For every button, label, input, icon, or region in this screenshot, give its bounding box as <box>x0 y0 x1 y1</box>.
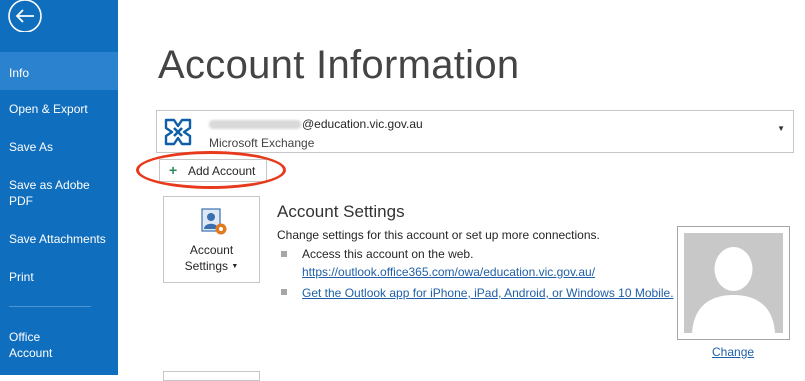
sidebar-item-save-as-adobe-pdf[interactable]: Save as Adobe PDF <box>0 177 118 209</box>
sidebar-item-label: Open & Export <box>9 102 88 116</box>
chevron-down-icon: ▼ <box>777 124 785 133</box>
sidebar-item-save-attachments[interactable]: Save Attachments <box>0 231 118 247</box>
back-arrow-icon[interactable] <box>7 0 43 33</box>
account-email: @education.vic.gov.au <box>209 117 423 131</box>
sidebar-item-label: Office <box>9 330 41 344</box>
sidebar-item-office-account[interactable]: Office Account <box>0 329 118 361</box>
avatar <box>684 233 783 333</box>
redacted-username <box>209 120 301 130</box>
annotation-highlight-ellipse <box>136 151 286 189</box>
next-section-button[interactable] <box>163 371 260 381</box>
exchange-icon <box>163 117 193 147</box>
account-settings-button-label: Account Settings ▼ <box>184 243 239 273</box>
account-type: Microsoft Exchange <box>209 136 315 150</box>
sidebar-item-label: Print <box>9 270 34 284</box>
sidebar-item-label: Save Attachments <box>9 232 106 246</box>
owa-link[interactable]: https://outlook.office365.com/owa/educat… <box>302 265 595 279</box>
account-settings-description: Change settings for this account or set … <box>277 228 600 242</box>
sidebar-item-label: Save As <box>9 140 54 154</box>
change-photo-link[interactable]: Change <box>712 345 754 359</box>
sidebar-item-label-line2: Account <box>9 346 53 360</box>
sidebar-divider <box>9 306 91 307</box>
backstage-sidebar: Info Open & Export Save As Save as Adobe… <box>0 0 118 375</box>
sidebar-item-print[interactable]: Print <box>0 269 118 285</box>
bullet-icon <box>281 251 287 257</box>
page-title: Account Information <box>158 43 520 87</box>
account-selector-dropdown[interactable]: @education.vic.gov.au Microsoft Exchange… <box>156 110 794 153</box>
sidebar-item-label-line2: PDF <box>9 194 33 208</box>
bullet-icon <box>281 289 287 295</box>
account-settings-title: Account Settings <box>277 202 405 221</box>
outlook-app-link[interactable]: Get the Outlook app for iPhone, iPad, An… <box>302 286 674 300</box>
sidebar-item-label: Info <box>9 66 30 80</box>
account-settings-icon <box>198 207 228 237</box>
web-access-text: Access this account on the web. <box>302 247 474 261</box>
sidebar-item-label: Save as Adobe <box>9 178 90 192</box>
sidebar-item-save-as[interactable]: Save As <box>0 139 118 155</box>
chevron-down-icon: ▼ <box>231 262 239 270</box>
account-settings-button[interactable]: Account Settings ▼ <box>163 196 260 283</box>
sidebar-item-info[interactable]: Info <box>0 52 118 90</box>
sidebar-item-open-export[interactable]: Open & Export <box>0 101 118 117</box>
profile-picture <box>677 226 790 340</box>
